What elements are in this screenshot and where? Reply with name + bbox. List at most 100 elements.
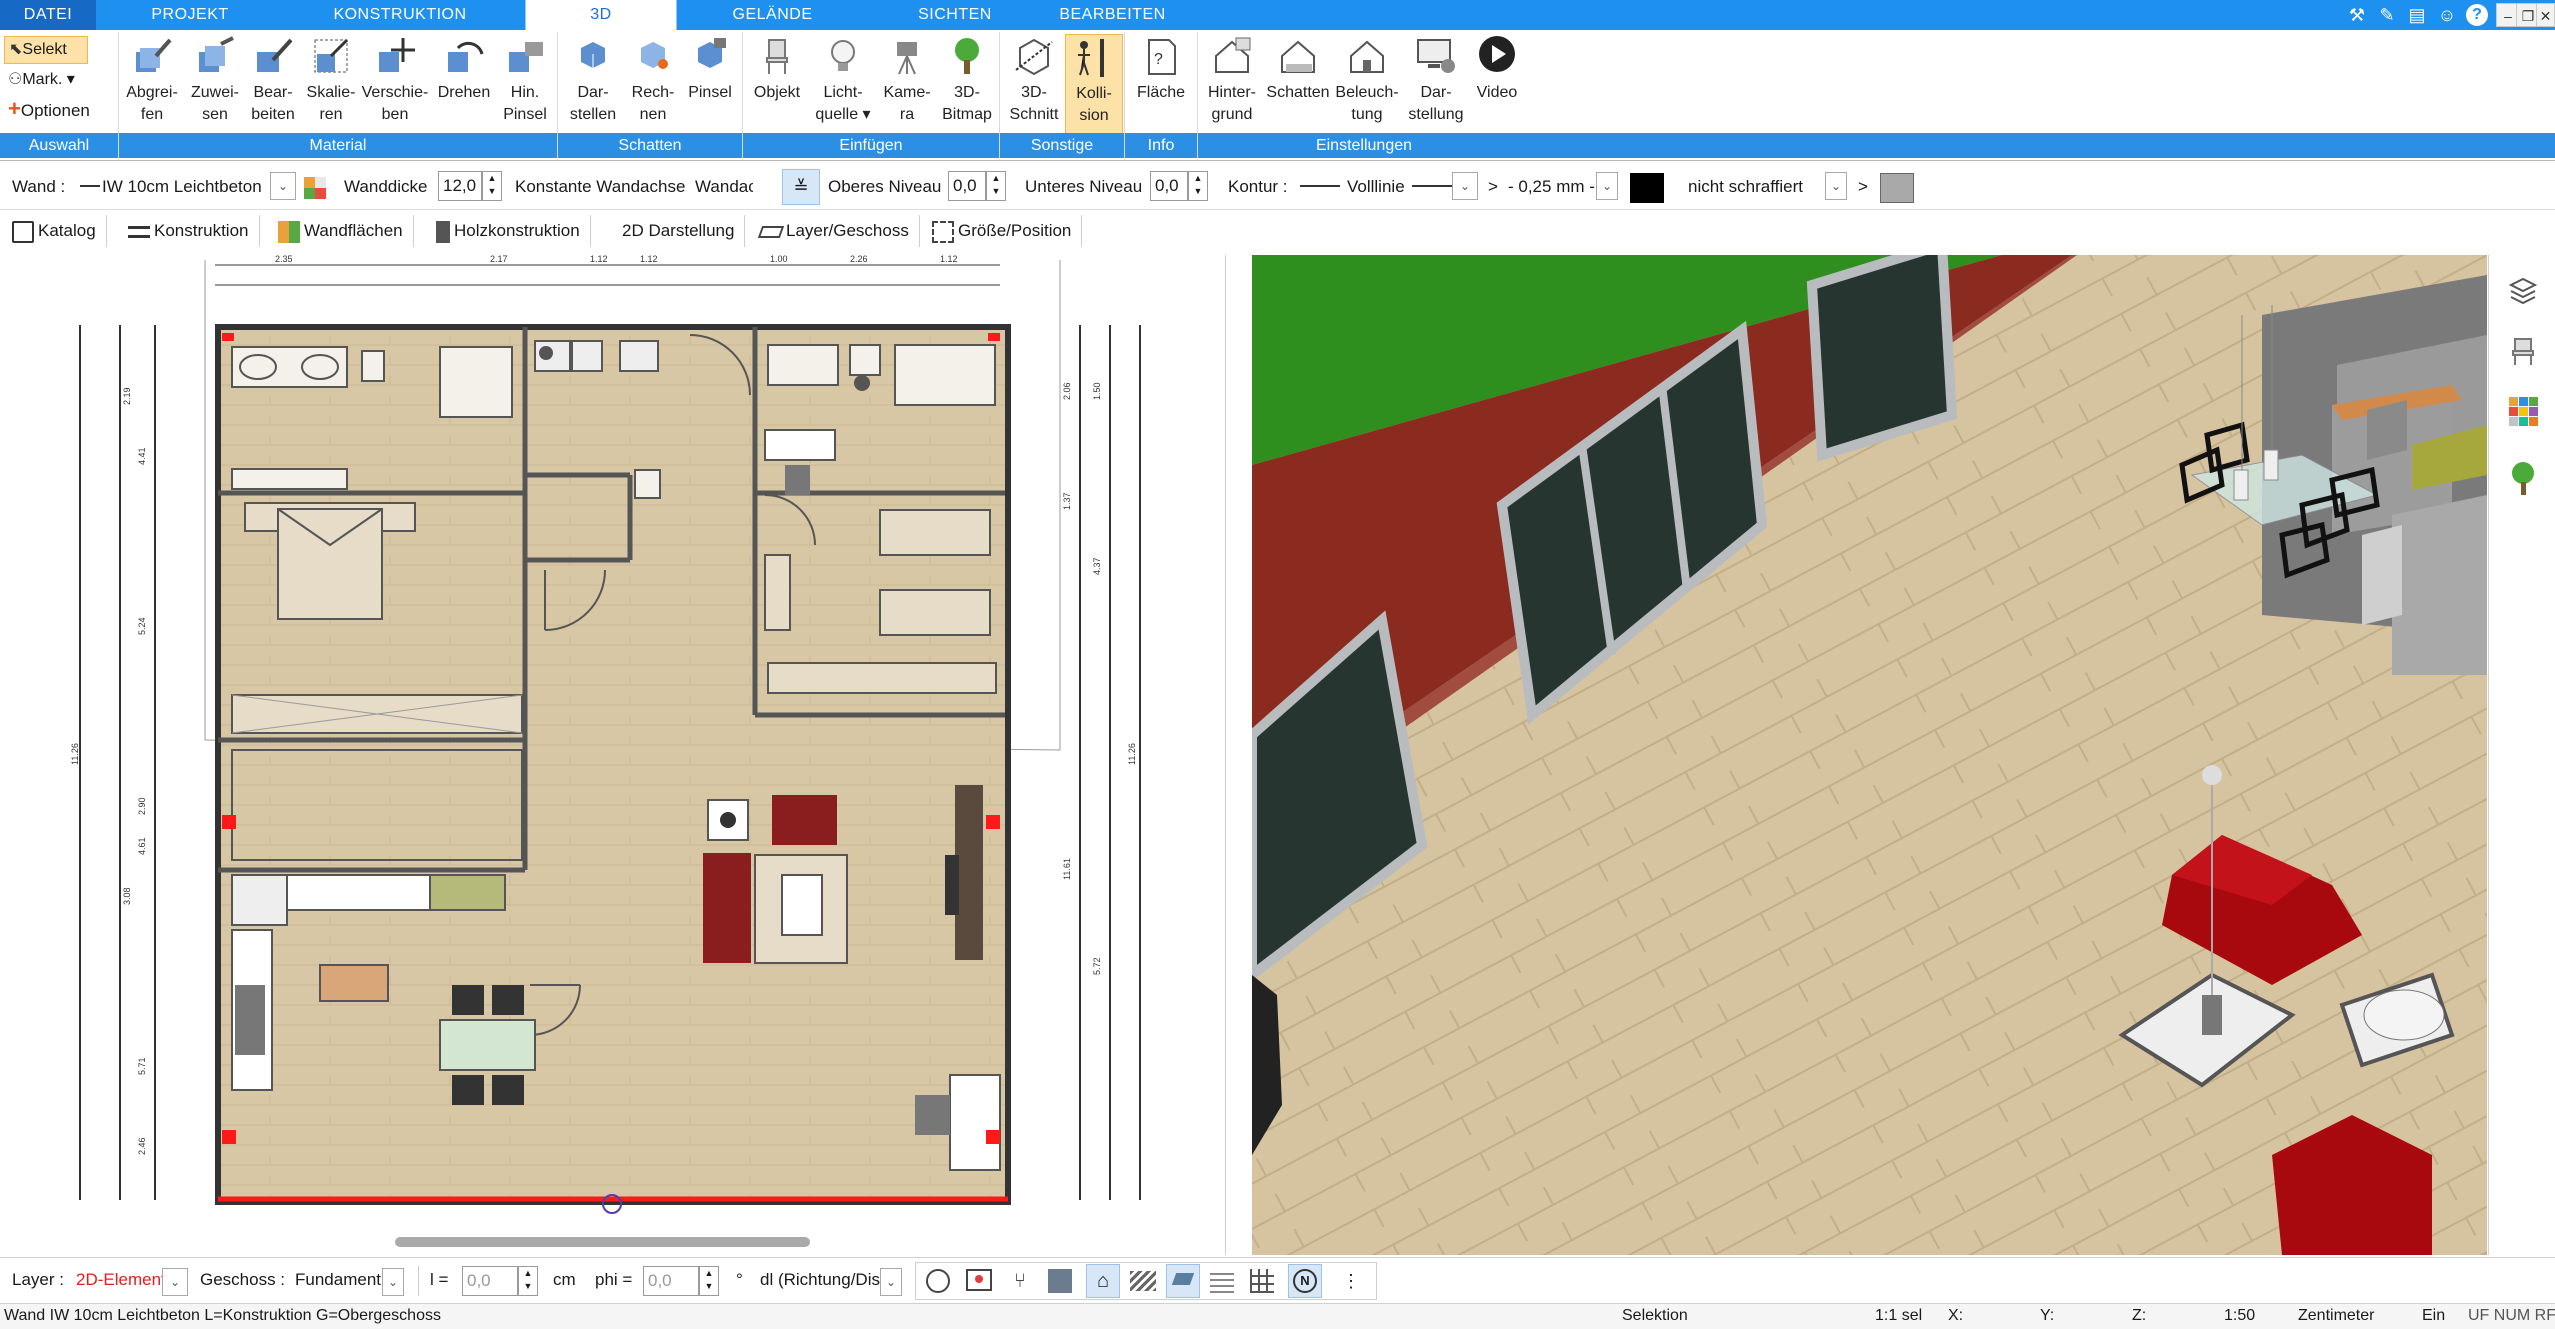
print-icon[interactable]: ▤: [2406, 4, 2428, 26]
surface-view-icon[interactable]: [1166, 1264, 1200, 1298]
unteres-niveau-input[interactable]: 0,0: [1150, 171, 1188, 201]
phi-stepper[interactable]: ▲ ▼: [699, 1266, 719, 1296]
unteres-niveau-stepper[interactable]: ▲ ▼: [1188, 171, 1208, 201]
schatten-pinsel-button[interactable]: Pinsel: [682, 34, 738, 104]
skalieren-button[interactable]: Skalie-ren: [302, 34, 360, 126]
linienart-dropdown[interactable]: ⌄: [1452, 172, 1478, 200]
mark-button[interactable]: ⚇Mark. ▾: [8, 68, 75, 92]
more-options-icon[interactable]: ⋮: [1336, 1269, 1366, 1293]
dim-left-4: 4.61: [137, 837, 147, 855]
materials-palette-icon[interactable]: [2507, 395, 2539, 427]
furniture-chair-icon[interactable]: [2507, 335, 2539, 367]
tab-2d-darstellung[interactable]: 2D Darstellung: [622, 215, 746, 247]
zuweisen-button[interactable]: Zuwei-sen: [186, 34, 244, 126]
darstellung-button[interactable]: Dar-stellung: [1402, 34, 1470, 126]
chair-view-icon[interactable]: ⑂: [1008, 1269, 1032, 1293]
screen-icon[interactable]: [966, 1269, 992, 1291]
dim-left-5: 3.08: [122, 887, 132, 905]
status-scale: 1:50: [2224, 1307, 2256, 1324]
lichtquelle-button[interactable]: Licht-quelle ▾: [810, 34, 876, 126]
hin-pinsel-button[interactable]: Hin. Pinsel: [496, 34, 554, 126]
schatten-darstellen-button[interactable]: Dar-stellen: [562, 34, 624, 126]
tab-katalog[interactable]: Katalog: [12, 215, 107, 247]
bearbeiten-button[interactable]: Bear-beiten: [244, 34, 302, 126]
settings-icon[interactable]: ✎: [2376, 4, 2398, 26]
plants-tree-icon[interactable]: [2507, 460, 2539, 496]
object-view-icon[interactable]: [1048, 1269, 1072, 1293]
wand-dropdown[interactable]: ⌄: [270, 172, 296, 200]
wandachse-value[interactable]: Wandachse: [695, 177, 753, 197]
linienstaerke-dropdown[interactable]: ⌄: [1596, 172, 1618, 200]
tab-gelaende[interactable]: GELÄNDE: [700, 0, 845, 30]
close-button[interactable]: ✕: [2536, 3, 2555, 27]
fill-color-swatch[interactable]: [1880, 173, 1914, 203]
tab-3d[interactable]: 3D: [525, 0, 677, 30]
wanddicke-stepper[interactable]: ▲ ▼: [482, 171, 502, 201]
dl-mode-dropdown[interactable]: ⌄: [880, 1268, 902, 1296]
layer-dropdown[interactable]: ⌄: [162, 1268, 188, 1296]
phi-input[interactable]: 0,0: [643, 1266, 699, 1296]
grid-icon[interactable]: [1250, 1269, 1274, 1293]
video-button[interactable]: Video: [1470, 34, 1524, 104]
geschoss-dropdown[interactable]: ⌄: [382, 1268, 404, 1296]
3d-bitmap-button[interactable]: 3D- Bitmap: [938, 34, 996, 126]
hintergrund-button[interactable]: Hinter-grund: [1200, 34, 1264, 126]
schraffur-value[interactable]: nicht schraffiert: [1688, 177, 1803, 197]
tab-groesse-position[interactable]: Größe/Position: [932, 215, 1083, 247]
wall-view-icon[interactable]: ⌂: [1086, 1264, 1120, 1298]
next-arrow-2[interactable]: >: [1858, 177, 1868, 197]
tab-layer-geschoss[interactable]: Layer/Geschoss: [757, 215, 920, 247]
tab-sichten[interactable]: SICHTEN: [885, 0, 1025, 30]
objekt-button[interactable]: Objekt: [746, 34, 808, 104]
kollision-button[interactable]: Kolli-sion: [1065, 34, 1123, 134]
tools-icon[interactable]: ⚒: [2346, 4, 2368, 26]
dl-mode-value[interactable]: dl (Richtung/Dist.): [760, 1270, 880, 1290]
floor-plan-view[interactable]: 2.19 4.41 5.24 2.90 4.61 3.08 5.71 2.46 …: [0, 255, 1226, 1255]
wall-axis-icon[interactable]: ≚: [782, 169, 820, 205]
clock-icon[interactable]: [926, 1269, 950, 1293]
kamera-button[interactable]: Kame-ra: [876, 34, 938, 126]
linienstaerke-value[interactable]: - 0,25 mm -: [1508, 177, 1595, 197]
schraffur-dropdown[interactable]: ⌄: [1825, 172, 1847, 200]
dim-top-0: 2.35: [275, 255, 293, 264]
tab-wandflaechen[interactable]: Wandflächen: [278, 215, 414, 247]
next-arrow[interactable]: >: [1488, 177, 1498, 197]
line-color-swatch[interactable]: [1630, 173, 1664, 203]
geschoss-value[interactable]: Fundament: [295, 1270, 381, 1290]
wall-color-icon[interactable]: [304, 177, 326, 199]
tab-konstruktion-panel[interactable]: Konstruktion: [128, 215, 260, 247]
oberes-niveau-input[interactable]: 0,0: [948, 171, 986, 201]
linienart-value[interactable]: Volllinie: [1347, 177, 1405, 197]
selekt-button[interactable]: ⬉Selekt: [4, 36, 88, 64]
wanddicke-input[interactable]: 12,0: [438, 171, 482, 201]
abgreifen-button[interactable]: Abgrei-fen: [122, 34, 182, 126]
wand-value[interactable]: IW 10cm Leichtbeton: [102, 177, 262, 197]
flaeche-button[interactable]: ? Fläche: [1128, 34, 1194, 104]
north-icon[interactable]: N: [1288, 1264, 1322, 1298]
hatch-icon[interactable]: [1130, 1271, 1156, 1291]
ribbon-tab-bar: DATEI PROJEKT KONSTRUKTION 3D GELÄNDE SI…: [0, 0, 2555, 30]
help-icon[interactable]: ?: [2466, 4, 2488, 26]
tab-bearbeiten[interactable]: BEARBEITEN: [1040, 0, 1185, 30]
schatten-rechnen-button[interactable]: Rech-nen: [624, 34, 682, 126]
layers-stack-icon[interactable]: [2507, 275, 2539, 307]
drehen-button[interactable]: Drehen: [432, 34, 496, 104]
verschieben-button[interactable]: Verschie-ben: [360, 34, 430, 126]
tab-konstruktion[interactable]: KONSTRUKTION: [320, 0, 480, 30]
beleuchtung-button[interactable]: Beleuch-tung: [1332, 34, 1402, 126]
user-icon[interactable]: ☺: [2436, 4, 2458, 26]
dim-top-5: 2.26: [850, 255, 868, 264]
lines-icon[interactable]: [1210, 1269, 1234, 1293]
length-input[interactable]: 0,0: [462, 1266, 518, 1296]
schatten-einstellungen-button[interactable]: Schatten: [1264, 34, 1332, 104]
tab-datei[interactable]: DATEI: [0, 0, 96, 30]
layer-value[interactable]: 2D-Elemente: [76, 1270, 164, 1290]
tab-projekt[interactable]: PROJEKT: [110, 0, 270, 30]
plan-horizontal-scrollbar[interactable]: [395, 1237, 810, 1247]
tab-holzkonstruktion[interactable]: Holzkonstruktion: [436, 215, 591, 247]
3d-schnitt-button[interactable]: 3D- Schnitt: [1004, 34, 1064, 126]
3d-view[interactable]: [1252, 255, 2487, 1255]
length-stepper[interactable]: ▲ ▼: [518, 1266, 538, 1296]
oberes-niveau-stepper[interactable]: ▲ ▼: [986, 171, 1006, 201]
optionen-button[interactable]: +Optionen: [8, 96, 90, 124]
